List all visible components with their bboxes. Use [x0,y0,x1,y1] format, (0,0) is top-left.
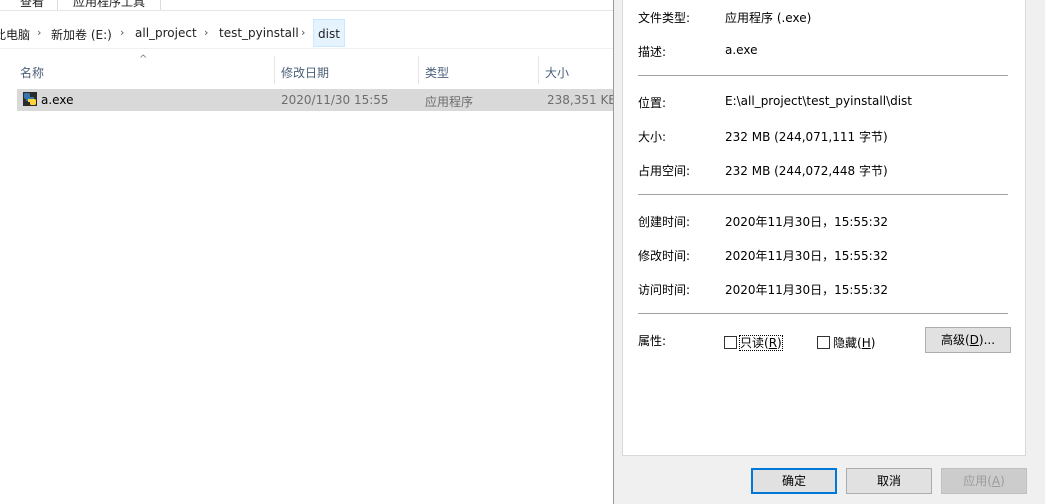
breadcrumb-test-pyinstall[interactable]: test_pyinstall [219,26,299,40]
size-value: 232 MB (244,071,111 字节) [725,130,888,144]
python-exe-icon [23,92,37,106]
hidden-checkbox[interactable]: 隐藏(H) [817,334,875,351]
file-type-value: 应用程序 (.exe) [725,11,812,25]
attributes-label: 属性: [638,334,667,348]
sort-ascending-icon: ^ [139,54,148,65]
location-label: 位置: [638,96,667,110]
divider [638,194,1008,195]
chevron-right-icon[interactable]: › [204,26,208,39]
column-divider[interactable] [538,56,539,84]
column-header-type[interactable]: 类型 [425,64,449,81]
ribbon-tabs: 查看 应用程序工具 [0,0,620,11]
cancel-button[interactable]: 取消 [846,468,932,494]
checkbox-box[interactable] [724,336,737,349]
address-bar[interactable]: 此电脑 › 新加卷 (E:) › all_project › test_pyin… [0,18,614,49]
file-type: 应用程序 [425,95,474,109]
ribbon-tab-view[interactable]: 查看 [20,0,44,10]
apply-button[interactable]: 应用(A) [941,468,1027,494]
accessed-value: 2020年11月30日，15:55:32 [725,283,888,297]
disk-size-value: 232 MB (244,072,448 字节) [725,164,888,178]
breadcrumb-all-project[interactable]: all_project [135,26,197,40]
divider [638,75,1008,76]
column-divider[interactable] [418,56,419,84]
size-label: 大小: [638,130,667,144]
breadcrumb-dist[interactable]: dist [313,19,345,47]
created-label: 创建时间: [638,215,691,229]
checkbox-box[interactable] [817,336,830,349]
hidden-label: 隐藏(H) [833,336,876,350]
description-value: a.exe [725,43,758,57]
location-value: E:\all_project\test_pyinstall\dist [725,94,913,108]
chevron-right-icon[interactable]: › [37,26,41,39]
ok-button[interactable]: 确定 [751,468,837,494]
column-header-name[interactable]: 名称 [20,64,44,81]
column-header-modified[interactable]: 修改日期 [281,64,329,81]
modified-value: 2020年11月30日，15:55:32 [725,249,888,263]
divider [638,313,1008,314]
file-modified: 2020/11/30 15:55 [281,93,389,107]
file-row[interactable]: a.exe 2020/11/30 15:55 应用程序 238,351 KB [17,89,617,111]
chevron-right-icon[interactable]: › [120,26,124,39]
description-label: 描述: [638,45,667,59]
column-divider[interactable] [274,56,275,84]
chevron-right-icon[interactable]: › [301,26,305,39]
readonly-checkbox[interactable]: 只读(R) [724,334,783,351]
accessed-label: 访问时间: [638,283,691,297]
general-tab-panel: 文件类型: 应用程序 (.exe) 描述: a.exe 位置: E:\all_p… [622,0,1026,456]
file-name[interactable]: a.exe [41,93,73,107]
column-headers: ^ 名称 修改日期 类型 大小 [0,54,614,86]
disk-size-label: 占用空间: [638,164,691,178]
ribbon-separator [57,0,58,10]
screen: 查看 应用程序工具 此电脑 › 新加卷 (E:) › all_project ›… [0,0,1045,504]
file-size: 238,351 KB [547,93,617,107]
column-header-size[interactable]: 大小 [545,64,569,81]
advanced-button[interactable]: 高级(D)... [925,327,1011,353]
breadcrumb-this-pc[interactable]: 此电脑 [0,26,30,43]
readonly-label: 只读(R) [739,335,783,351]
breadcrumb-drive-e[interactable]: 新加卷 (E:) [51,26,112,43]
ribbon-tab-app-tools[interactable]: 应用程序工具 [73,0,145,10]
ribbon-separator [160,0,161,10]
modified-label: 修改时间: [638,249,691,263]
file-type-label: 文件类型: [638,11,691,25]
created-value: 2020年11月30日，15:55:32 [725,215,888,229]
properties-dialog: 文件类型: 应用程序 (.exe) 描述: a.exe 位置: E:\all_p… [613,0,1045,504]
